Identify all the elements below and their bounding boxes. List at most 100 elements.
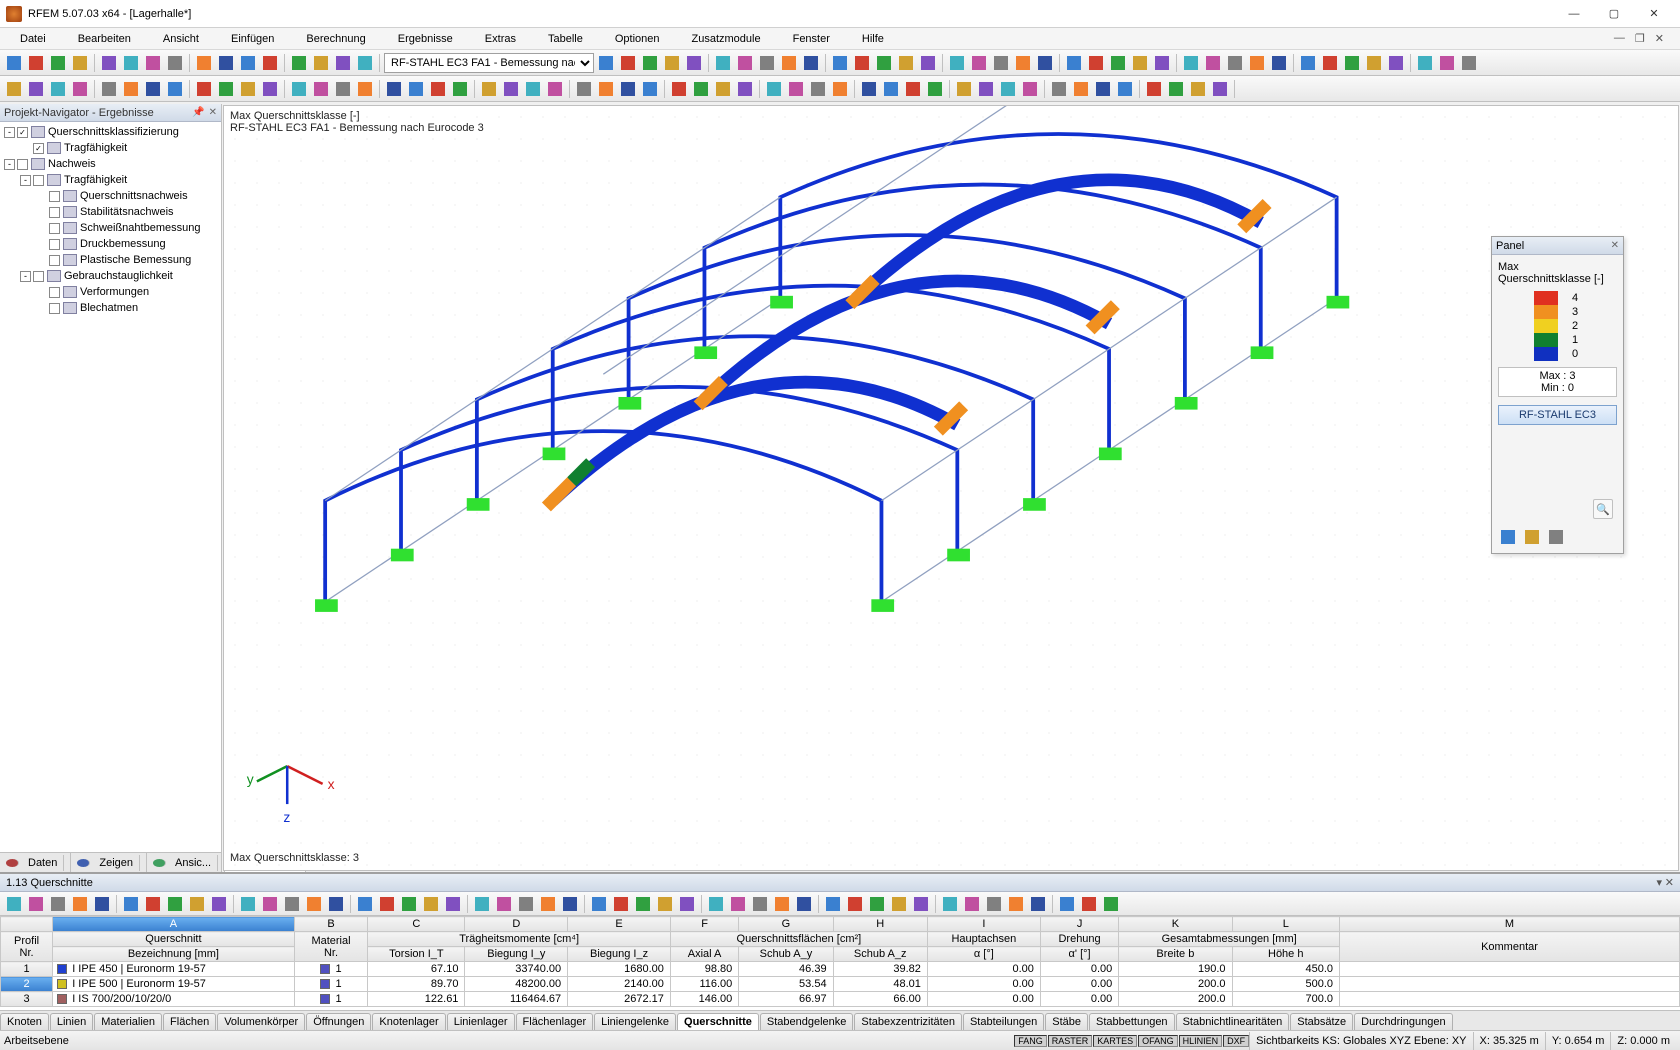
tb1b-btn-36[interactable] bbox=[1437, 53, 1457, 73]
lt-btn-6[interactable] bbox=[143, 894, 163, 914]
th-querschnitt[interactable]: Querschnitt bbox=[53, 932, 295, 947]
status-toggle[interactable]: RASTER bbox=[1048, 1035, 1093, 1047]
tb1b-btn-35[interactable] bbox=[1415, 53, 1435, 73]
cell-bez[interactable]: I IPE 450 | Euronorm 19-57 bbox=[53, 962, 295, 977]
tb2-btn-6[interactable] bbox=[143, 79, 163, 99]
tb2-btn-47[interactable] bbox=[1115, 79, 1135, 99]
th-h[interactable]: Höhe h bbox=[1232, 947, 1340, 962]
tb1b-btn-20[interactable] bbox=[1064, 53, 1084, 73]
bottom-tab[interactable]: Stabnichtlinearitäten bbox=[1176, 1013, 1290, 1030]
lt-btn-3[interactable] bbox=[70, 894, 90, 914]
tb1-btn-12[interactable] bbox=[289, 53, 309, 73]
tb1-btn-8[interactable] bbox=[194, 53, 214, 73]
th-alphap[interactable]: α' [°] bbox=[1040, 947, 1118, 962]
tb1b-btn-17[interactable] bbox=[991, 53, 1011, 73]
tree-item[interactable]: Plastische Bemessung bbox=[0, 252, 221, 268]
bottom-tab[interactable]: Materialien bbox=[94, 1013, 162, 1030]
row-nr[interactable]: 2 bbox=[1, 977, 53, 992]
tree-checkbox[interactable]: ✓ bbox=[33, 143, 44, 154]
tb2-btn-42[interactable] bbox=[998, 79, 1018, 99]
lt-btn-4[interactable] bbox=[92, 894, 112, 914]
th-alpha[interactable]: α [°] bbox=[927, 947, 1040, 962]
tb1b-btn-16[interactable] bbox=[969, 53, 989, 73]
bottom-tab[interactable]: Volumenkörper bbox=[217, 1013, 305, 1030]
menu-extras[interactable]: Extras bbox=[469, 31, 532, 47]
table-row[interactable]: 2 I IPE 500 | Euronorm 19-57 1 89.704820… bbox=[1, 977, 1680, 992]
tb2-btn-44[interactable] bbox=[1049, 79, 1069, 99]
tb1-btn-4[interactable] bbox=[99, 53, 119, 73]
th-qfl[interactable]: Querschnittsflächen [cm²] bbox=[670, 932, 927, 947]
lt-btn-5[interactable] bbox=[121, 894, 141, 914]
lt-btn-38[interactable] bbox=[889, 894, 909, 914]
tree-checkbox[interactable] bbox=[49, 287, 60, 298]
panel-close-icon[interactable]: ✕ bbox=[1611, 240, 1619, 251]
status-toggle[interactable]: OFANG bbox=[1138, 1035, 1178, 1047]
col-letter[interactable]: G bbox=[739, 917, 833, 932]
cell-mat[interactable]: 1 bbox=[294, 962, 368, 977]
tb1b-btn-24[interactable] bbox=[1152, 53, 1172, 73]
menu-tabelle[interactable]: Tabelle bbox=[532, 31, 599, 47]
maximize-button[interactable]: ▢ bbox=[1594, 3, 1634, 25]
bottom-tab[interactable]: Flächen bbox=[163, 1013, 216, 1030]
menu-fenster[interactable]: Fenster bbox=[777, 31, 846, 47]
tb2-btn-25[interactable] bbox=[596, 79, 616, 99]
th-bez[interactable]: Bezeichnung [mm] bbox=[53, 947, 295, 962]
row-nr[interactable]: 1 bbox=[1, 962, 53, 977]
tb1b-btn-4[interactable] bbox=[684, 53, 704, 73]
lt-btn-45[interactable] bbox=[1057, 894, 1077, 914]
bottom-tab[interactable]: Stabsätze bbox=[1290, 1013, 1353, 1030]
bottom-tab[interactable]: Liniengelenke bbox=[594, 1013, 676, 1030]
tb1-btn-5[interactable] bbox=[121, 53, 141, 73]
lt-btn-28[interactable] bbox=[655, 894, 675, 914]
tree-checkbox[interactable] bbox=[33, 175, 44, 186]
lt-btn-23[interactable] bbox=[538, 894, 558, 914]
tb2-btn-36[interactable] bbox=[859, 79, 879, 99]
tree-item[interactable]: Schweißnahtbemessung bbox=[0, 220, 221, 236]
th-iz[interactable]: Biegung I_z bbox=[568, 947, 671, 962]
tree-item[interactable]: Druckbemessung bbox=[0, 236, 221, 252]
bottom-tab[interactable]: Öffnungen bbox=[306, 1013, 371, 1030]
tb2-btn-17[interactable] bbox=[406, 79, 426, 99]
tree-toggle[interactable]: - bbox=[4, 159, 15, 170]
tb1-btn-10[interactable] bbox=[238, 53, 258, 73]
th-gesamt[interactable]: Gesamtabmessungen [mm] bbox=[1119, 932, 1340, 947]
col-letter[interactable] bbox=[1, 917, 53, 932]
tb1b-btn-30[interactable] bbox=[1298, 53, 1318, 73]
tree-checkbox[interactable] bbox=[49, 223, 60, 234]
tb2-btn-51[interactable] bbox=[1210, 79, 1230, 99]
th-material[interactable]: MaterialNr. bbox=[294, 932, 368, 962]
th-az[interactable]: Schub A_z bbox=[833, 947, 927, 962]
tb2-btn-15[interactable] bbox=[355, 79, 375, 99]
tb2-btn-24[interactable] bbox=[574, 79, 594, 99]
lt-btn-13[interactable] bbox=[304, 894, 324, 914]
menu-optionen[interactable]: Optionen bbox=[599, 31, 676, 47]
bottom-tab[interactable]: Knoten bbox=[0, 1013, 49, 1030]
tb2-btn-39[interactable] bbox=[925, 79, 945, 99]
tb2-btn-35[interactable] bbox=[830, 79, 850, 99]
tb1b-btn-15[interactable] bbox=[947, 53, 967, 73]
panel-header[interactable]: Panel ✕ bbox=[1492, 237, 1623, 255]
tb2-btn-0[interactable] bbox=[4, 79, 24, 99]
lt-btn-10[interactable] bbox=[238, 894, 258, 914]
panel-zoom-icon[interactable]: 🔍 bbox=[1593, 499, 1613, 519]
tree-toggle[interactable]: - bbox=[20, 175, 31, 186]
tb1b-btn-28[interactable] bbox=[1247, 53, 1267, 73]
tb1b-btn-34[interactable] bbox=[1386, 53, 1406, 73]
lt-btn-43[interactable] bbox=[1006, 894, 1026, 914]
tb2-btn-41[interactable] bbox=[976, 79, 996, 99]
tb1b-btn-11[interactable] bbox=[852, 53, 872, 73]
lt-btn-16[interactable] bbox=[377, 894, 397, 914]
lt-btn-20[interactable] bbox=[472, 894, 492, 914]
tb1b-btn-9[interactable] bbox=[801, 53, 821, 73]
navigator-pin-icon[interactable]: 📌 bbox=[192, 107, 204, 118]
tree-checkbox[interactable] bbox=[49, 303, 60, 314]
lt-btn-32[interactable] bbox=[750, 894, 770, 914]
tb1b-btn-18[interactable] bbox=[1013, 53, 1033, 73]
lt-btn-36[interactable] bbox=[845, 894, 865, 914]
col-letter[interactable]: F bbox=[670, 917, 738, 932]
tb1b-btn-6[interactable] bbox=[735, 53, 755, 73]
bottom-tab[interactable]: Durchdringungen bbox=[1354, 1013, 1452, 1030]
bottom-tab[interactable]: Linien bbox=[50, 1013, 93, 1030]
bottom-tab[interactable]: Stäbe bbox=[1045, 1013, 1088, 1030]
tb1-btn-1[interactable] bbox=[26, 53, 46, 73]
